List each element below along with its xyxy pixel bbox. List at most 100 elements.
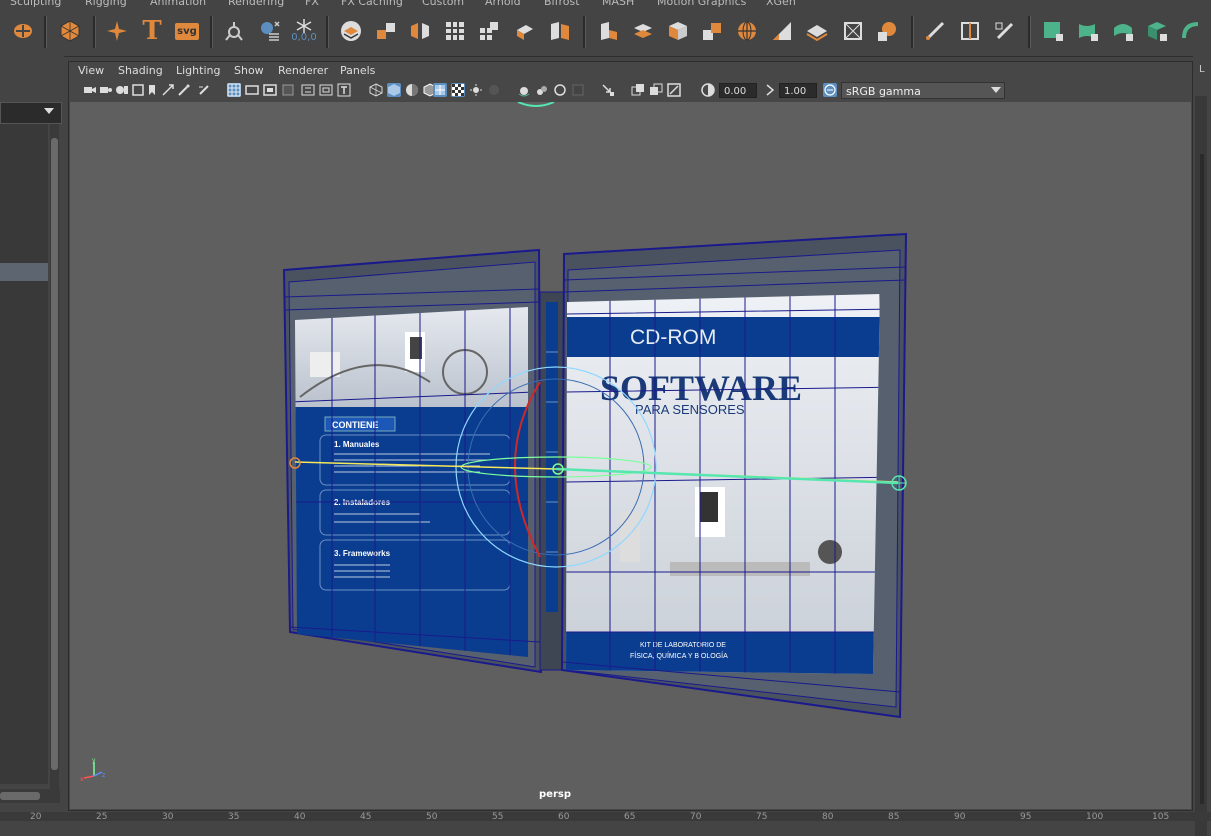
sphere-wire-icon[interactable] xyxy=(732,16,762,46)
shadows-icon[interactable] xyxy=(469,83,483,97)
outliner-selected-row[interactable] xyxy=(0,263,48,281)
sculpt-brush-icon[interactable] xyxy=(990,16,1020,46)
fill-hole-icon[interactable] xyxy=(628,16,658,46)
isolate-select-icon[interactable] xyxy=(571,83,585,97)
color-space-dropdown[interactable]: sRGB gamma xyxy=(841,82,1005,99)
gamma-field[interactable]: 1.00 xyxy=(779,83,817,98)
uv-spherical-icon[interactable] xyxy=(1108,16,1138,46)
uv-cylindrical-icon[interactable] xyxy=(1073,16,1103,46)
multi-cut-icon[interactable] xyxy=(920,16,950,46)
shelf-tab-mash[interactable]: MASH xyxy=(602,0,634,8)
attribute-icon[interactable] xyxy=(197,83,211,97)
layer-icon[interactable] xyxy=(336,16,366,46)
viewport-toolbar: 0.00 1.00 sRGB gamma xyxy=(69,81,1192,101)
edge-loop-icon[interactable] xyxy=(955,16,985,46)
outliner-vertical-scrollbar[interactable] xyxy=(50,124,59,789)
wedge-icon[interactable] xyxy=(767,16,797,46)
uv-planar-icon[interactable] xyxy=(1038,16,1068,46)
exposure-field[interactable]: 0.00 xyxy=(719,83,757,98)
scrollbar-thumb[interactable] xyxy=(0,792,40,800)
gamma-icon[interactable] xyxy=(763,83,777,97)
shelf-tab-custom[interactable]: Custom xyxy=(422,0,464,8)
select-camera-icon[interactable] xyxy=(83,83,97,97)
bounding-box-icon[interactable] xyxy=(838,16,868,46)
screen-space-ao-icon[interactable] xyxy=(487,83,501,97)
sparkle-icon[interactable] xyxy=(102,16,132,46)
field-chart-icon[interactable] xyxy=(301,83,315,97)
chevron-down-icon[interactable] xyxy=(991,87,1001,93)
menu-show[interactable]: Show xyxy=(234,64,264,77)
film-gate-icon[interactable] xyxy=(245,83,259,97)
safe-title-icon[interactable] xyxy=(337,83,351,97)
menu-shading[interactable]: Shading xyxy=(118,64,163,77)
depth-of-field-icon[interactable] xyxy=(553,83,567,97)
extrude-icon[interactable] xyxy=(593,16,623,46)
bridge-icon[interactable] xyxy=(545,16,575,46)
menu-view[interactable]: View xyxy=(78,64,104,77)
time-slider[interactable]: 20 25 30 35 40 45 50 55 60 65 70 75 80 85 90 95 100 105 xyxy=(0,812,1211,821)
shelf-tab-bifrost[interactable]: Bifrost xyxy=(544,0,580,8)
menu-panels[interactable]: Panels xyxy=(340,64,375,77)
menu-renderer[interactable]: Renderer xyxy=(278,64,328,77)
image-plane-icon[interactable] xyxy=(131,83,145,97)
shelf-tab-fx[interactable]: FX xyxy=(305,0,319,8)
bookmark-camera-icon[interactable] xyxy=(115,83,129,97)
bookmark-icon[interactable] xyxy=(145,83,159,97)
freeze-transform-icon[interactable]: 0,0,0 xyxy=(289,16,319,46)
camera-name-label: persp xyxy=(539,789,571,800)
svg-tool-icon[interactable]: svg xyxy=(172,16,202,46)
pivot-tool-icon[interactable] xyxy=(219,16,249,46)
text-tool-icon[interactable]: T xyxy=(137,16,167,46)
chevron-down-icon[interactable] xyxy=(44,108,54,114)
color-management-icon[interactable] xyxy=(823,83,837,97)
backface-culling-icon[interactable] xyxy=(667,83,681,97)
channel-box-scrollbar[interactable] xyxy=(1200,154,1204,804)
shelf-tab-rendering[interactable]: Rendering xyxy=(228,0,284,8)
grid-sphere-icon[interactable] xyxy=(872,16,902,46)
reduce-icon[interactable] xyxy=(474,16,504,46)
camera-attributes-icon[interactable] xyxy=(99,83,113,97)
2d-pan-zoom-icon[interactable] xyxy=(161,83,175,97)
scrollbar-thumb[interactable] xyxy=(51,138,58,770)
grid-toggle-icon[interactable] xyxy=(227,83,241,97)
textured-icon[interactable] xyxy=(433,83,447,97)
use-all-lights-icon[interactable] xyxy=(451,83,465,97)
uv-auto-icon[interactable] xyxy=(1142,16,1172,46)
plane-icon[interactable] xyxy=(802,16,832,46)
shelf-tab-motion-graphics[interactable]: Motion Graphics xyxy=(657,0,746,8)
xray-icon[interactable] xyxy=(601,83,615,97)
smooth-shade-icon[interactable] xyxy=(387,83,401,97)
safe-action-icon[interactable] xyxy=(319,83,333,97)
xray-active-icon[interactable] xyxy=(649,83,663,97)
outliner-list[interactable] xyxy=(0,124,48,784)
polygon-sphere-icon[interactable] xyxy=(55,16,85,46)
exposure-icon[interactable] xyxy=(701,83,715,97)
cube-icon[interactable] xyxy=(663,16,693,46)
shelf-tab-sculpting[interactable]: Sculpting xyxy=(10,0,61,8)
separate-icon[interactable] xyxy=(405,16,435,46)
shelf-tab-xgen[interactable]: XGen xyxy=(766,0,796,8)
uv-unfold-icon[interactable] xyxy=(1177,16,1207,46)
bevel-icon[interactable] xyxy=(510,16,540,46)
gate-mask-icon[interactable] xyxy=(281,83,295,97)
grease-pencil-icon[interactable] xyxy=(177,83,191,97)
resolution-gate-icon[interactable] xyxy=(263,83,277,97)
smooth-icon[interactable] xyxy=(440,16,470,46)
history-clear-icon[interactable] xyxy=(255,16,285,46)
menu-lighting[interactable]: Lighting xyxy=(176,64,220,77)
outliner-horizontal-scrollbar[interactable] xyxy=(0,789,60,803)
shelf-tab-fx-caching[interactable]: FX Caching xyxy=(341,0,403,8)
motion-blur-icon[interactable] xyxy=(517,83,531,97)
default-material-icon[interactable] xyxy=(405,83,419,97)
shelf-tab-arnold[interactable]: Arnold xyxy=(485,0,521,8)
xray-joints-icon[interactable] xyxy=(631,83,645,97)
multisample-aa-icon[interactable] xyxy=(535,83,549,97)
cd-case-model[interactable]: CONTIENE 1. Manuales 2. Instaladores 3. … xyxy=(70,102,1191,809)
shelf-tab-rigging[interactable]: Rigging xyxy=(85,0,127,8)
shelf-tab-animation[interactable]: Animation xyxy=(150,0,206,8)
poke-icon[interactable] xyxy=(697,16,727,46)
lasso-tool-icon[interactable] xyxy=(8,16,38,46)
wireframe-shading-icon[interactable] xyxy=(369,83,383,97)
viewport-canvas[interactable]: CONTIENE 1. Manuales 2. Instaladores 3. … xyxy=(70,102,1191,809)
combine-icon[interactable] xyxy=(371,16,401,46)
